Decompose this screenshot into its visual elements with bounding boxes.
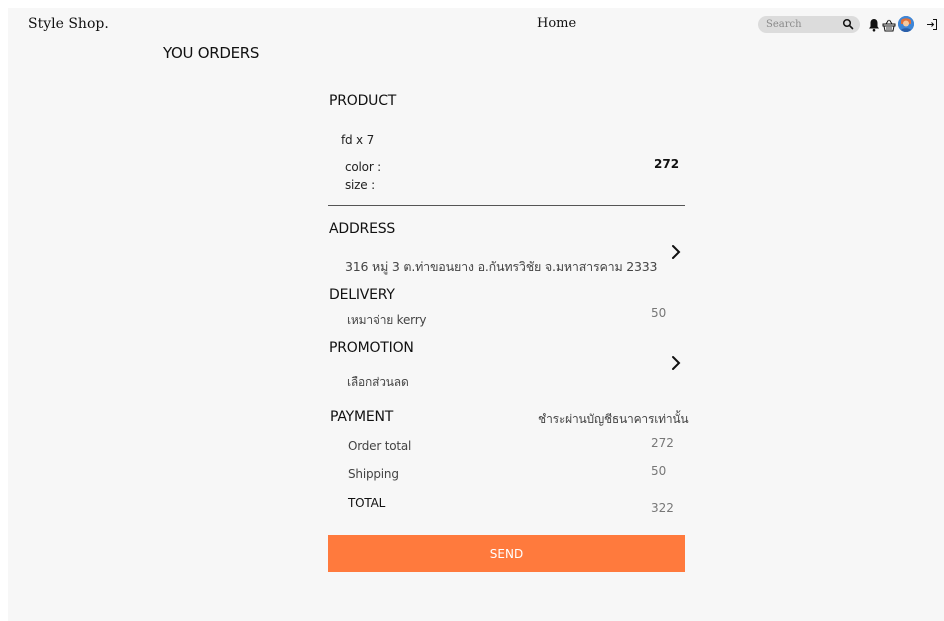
total-label: TOTAL [348,496,386,510]
search-box[interactable] [758,16,860,33]
bell-icon[interactable] [868,18,880,32]
shipping-value: 50 [651,464,667,478]
chevron-right-icon[interactable] [671,244,681,260]
address-heading: ADDRESS [329,221,396,237]
basket-icon[interactable] [882,18,896,32]
payment-heading: PAYMENT [330,409,394,425]
delivery-heading: DELIVERY [329,287,395,303]
delivery-method: เหมาจ่าย kerry [347,313,427,327]
nav-home-link[interactable]: Home [537,16,576,31]
divider [328,205,685,206]
product-heading: PRODUCT [329,93,397,109]
promotion-select[interactable]: เลือกส่วนลด [347,373,409,392]
page-title: YOU ORDERS [163,44,260,62]
order-total-label: Order total [348,439,412,453]
search-input[interactable] [766,17,830,32]
product-price: 272 [654,157,680,171]
total-value: 322 [651,501,674,515]
avatar[interactable] [898,16,914,32]
chevron-right-icon[interactable] [671,355,681,371]
send-button[interactable]: SEND [328,535,685,572]
shipping-label: Shipping [348,467,399,481]
brand-logo[interactable]: Style Shop. [28,16,109,32]
size-label: size : [345,178,375,192]
product-item: fd x 7 [341,133,375,147]
delivery-cost: 50 [651,306,667,320]
address-value[interactable]: 316 หมู่ 3 ต.ท่าขอนยาง อ.กันทรวิชัย จ.มห… [345,257,657,277]
logout-icon[interactable] [926,18,938,31]
color-label: color : [345,160,382,174]
payment-method: ชำระผ่านบัญชีธนาคารเท่านั้น [538,412,689,426]
promotion-heading: PROMOTION [329,340,414,356]
user-icon [898,16,914,32]
order-total-value: 272 [651,436,674,450]
page-background [8,8,944,621]
search-icon[interactable] [842,18,854,30]
